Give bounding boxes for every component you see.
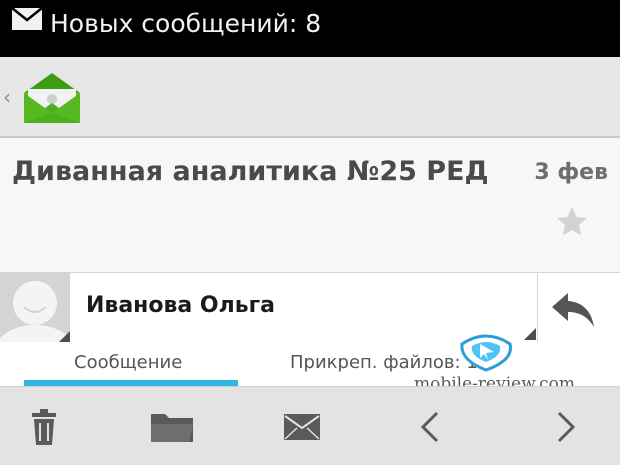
mark-unread-icon	[284, 414, 320, 440]
sender-name: Иванова Ольга	[86, 293, 275, 318]
message-header: Диванная аналитика №25 РЕД 3 фев	[0, 140, 620, 272]
star-icon[interactable]	[554, 204, 590, 240]
reply-icon[interactable]	[550, 289, 596, 329]
previous-message-button[interactable]	[410, 407, 450, 447]
move-to-folder-button[interactable]	[146, 407, 198, 447]
message-subject: Диванная аналитика №25 РЕД	[12, 156, 489, 187]
tab-attachments[interactable]: Прикреп. файлов: 1	[290, 352, 478, 373]
delete-icon	[32, 409, 56, 445]
mail-icon	[12, 8, 42, 30]
mobile-review-logo-icon	[460, 334, 512, 372]
message-date: 3 фев	[534, 160, 608, 185]
mark-unread-button[interactable]	[282, 407, 322, 447]
sender-row[interactable]: Иванова Ольга	[0, 272, 620, 343]
folder-icon	[151, 414, 193, 442]
email-app-icon[interactable]	[18, 69, 86, 127]
delete-button[interactable]	[24, 407, 64, 447]
next-message-button[interactable]	[546, 407, 586, 447]
contact-badge-corner	[524, 328, 536, 340]
bottom-action-bar	[0, 386, 620, 465]
action-bar: ‹	[0, 57, 620, 138]
next-icon	[557, 411, 576, 443]
previous-icon	[420, 411, 439, 443]
chevron-left-icon[interactable]: ‹	[3, 85, 11, 109]
status-bar: Новых сообщений: 8	[0, 0, 620, 57]
notification-text: Новых сообщений: 8	[50, 9, 322, 38]
tab-message[interactable]: Сообщение	[74, 352, 182, 373]
default-avatar-icon[interactable]	[0, 273, 70, 343]
divider	[537, 273, 538, 343]
